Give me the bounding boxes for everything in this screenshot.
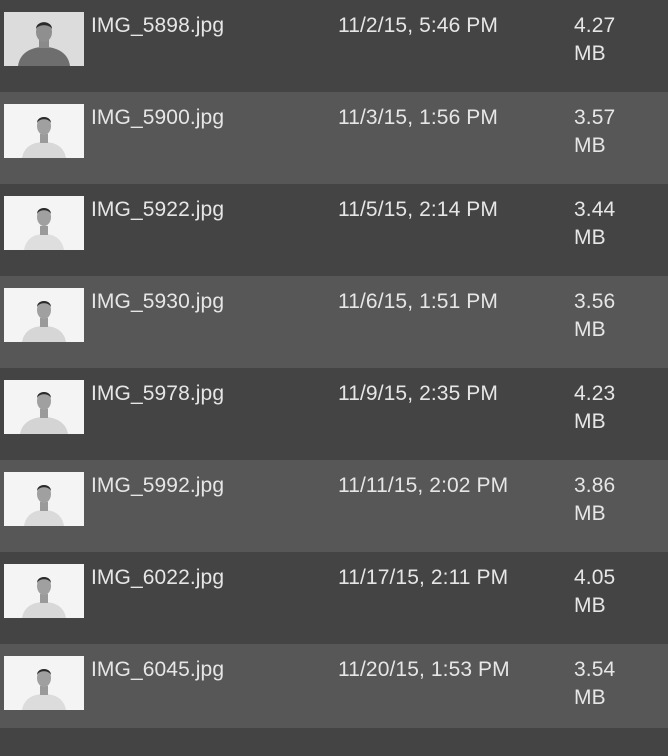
file-name: IMG_5930.jpg: [91, 290, 225, 313]
file-size-unit: MB: [574, 42, 606, 65]
file-date-modified: 11/6/15, 1:51 PM: [338, 290, 498, 313]
file-date-modified: 11/11/15, 2:02 PM: [338, 474, 509, 497]
file-size-value: 4.05: [574, 566, 616, 589]
file-row[interactable]: IMG_5922.jpg 11/5/15, 2:14 PM 3.44 MB: [0, 184, 668, 276]
file-size: 3.44 MB: [574, 196, 638, 252]
portrait-photo-thumbnail: [4, 472, 84, 526]
portrait-photo-thumbnail: [4, 564, 84, 618]
file-name: IMG_5978.jpg: [91, 382, 225, 405]
file-date-modified: 11/17/15, 2:11 PM: [338, 566, 509, 589]
file-row[interactable]: IMG_5978.jpg 11/9/15, 2:35 PM 4.23 MB: [0, 368, 668, 460]
file-size: 4.23 MB: [574, 380, 638, 436]
file-name: IMG_6022.jpg: [91, 566, 225, 589]
file-size-unit: MB: [574, 686, 606, 709]
file-name: IMG_5992.jpg: [91, 474, 225, 497]
file-size-value: 4.27: [574, 14, 616, 37]
file-size-unit: MB: [574, 318, 606, 341]
portrait-photo-thumbnail: [4, 12, 84, 66]
file-size-value: 3.44: [574, 198, 616, 221]
file-name: IMG_5898.jpg: [91, 14, 225, 37]
file-size-value: 4.23: [574, 382, 616, 405]
file-size: 3.86 MB: [574, 472, 638, 528]
file-name: IMG_5922.jpg: [91, 198, 225, 221]
empty-row: [0, 728, 668, 756]
file-name: IMG_6045.jpg: [91, 658, 225, 681]
portrait-photo-thumbnail: [4, 196, 84, 250]
file-size: 3.56 MB: [574, 288, 638, 344]
file-size-unit: MB: [574, 134, 606, 157]
file-size: 4.05 MB: [574, 564, 638, 620]
file-date-modified: 11/2/15, 5:46 PM: [338, 14, 498, 37]
file-date-modified: 11/5/15, 2:14 PM: [338, 198, 498, 221]
portrait-photo-thumbnail: [4, 380, 84, 434]
file-size-unit: MB: [574, 410, 606, 433]
file-size: 3.57 MB: [574, 104, 638, 160]
file-size-value: 3.86: [574, 474, 616, 497]
file-date-modified: 11/20/15, 1:53 PM: [338, 658, 510, 681]
file-size-unit: MB: [574, 594, 606, 617]
file-name: IMG_5900.jpg: [91, 106, 225, 129]
file-size-value: 3.57: [574, 106, 616, 129]
file-size-unit: MB: [574, 502, 606, 525]
file-row[interactable]: IMG_5898.jpg 11/2/15, 5:46 PM 4.27 MB: [0, 0, 668, 92]
file-size: 4.27 MB: [574, 12, 638, 68]
file-size-unit: MB: [574, 226, 606, 249]
file-row[interactable]: IMG_5900.jpg 11/3/15, 1:56 PM 3.57 MB: [0, 92, 668, 184]
file-row[interactable]: IMG_6045.jpg 11/20/15, 1:53 PM 3.54 MB: [0, 644, 668, 736]
portrait-photo-thumbnail: [4, 656, 84, 710]
file-size-value: 3.54: [574, 658, 616, 681]
file-date-modified: 11/3/15, 1:56 PM: [338, 106, 498, 129]
portrait-photo-thumbnail: [4, 288, 84, 342]
file-row[interactable]: IMG_5930.jpg 11/6/15, 1:51 PM 3.56 MB: [0, 276, 668, 368]
file-list: IMG_5898.jpg 11/2/15, 5:46 PM 4.27 MB IM…: [0, 0, 668, 756]
file-row[interactable]: IMG_5992.jpg 11/11/15, 2:02 PM 3.86 MB: [0, 460, 668, 552]
file-row[interactable]: IMG_6022.jpg 11/17/15, 2:11 PM 4.05 MB: [0, 552, 668, 644]
file-size: 3.54 MB: [574, 656, 638, 712]
portrait-photo-thumbnail: [4, 104, 84, 158]
file-date-modified: 11/9/15, 2:35 PM: [338, 382, 498, 405]
file-size-value: 3.56: [574, 290, 616, 313]
